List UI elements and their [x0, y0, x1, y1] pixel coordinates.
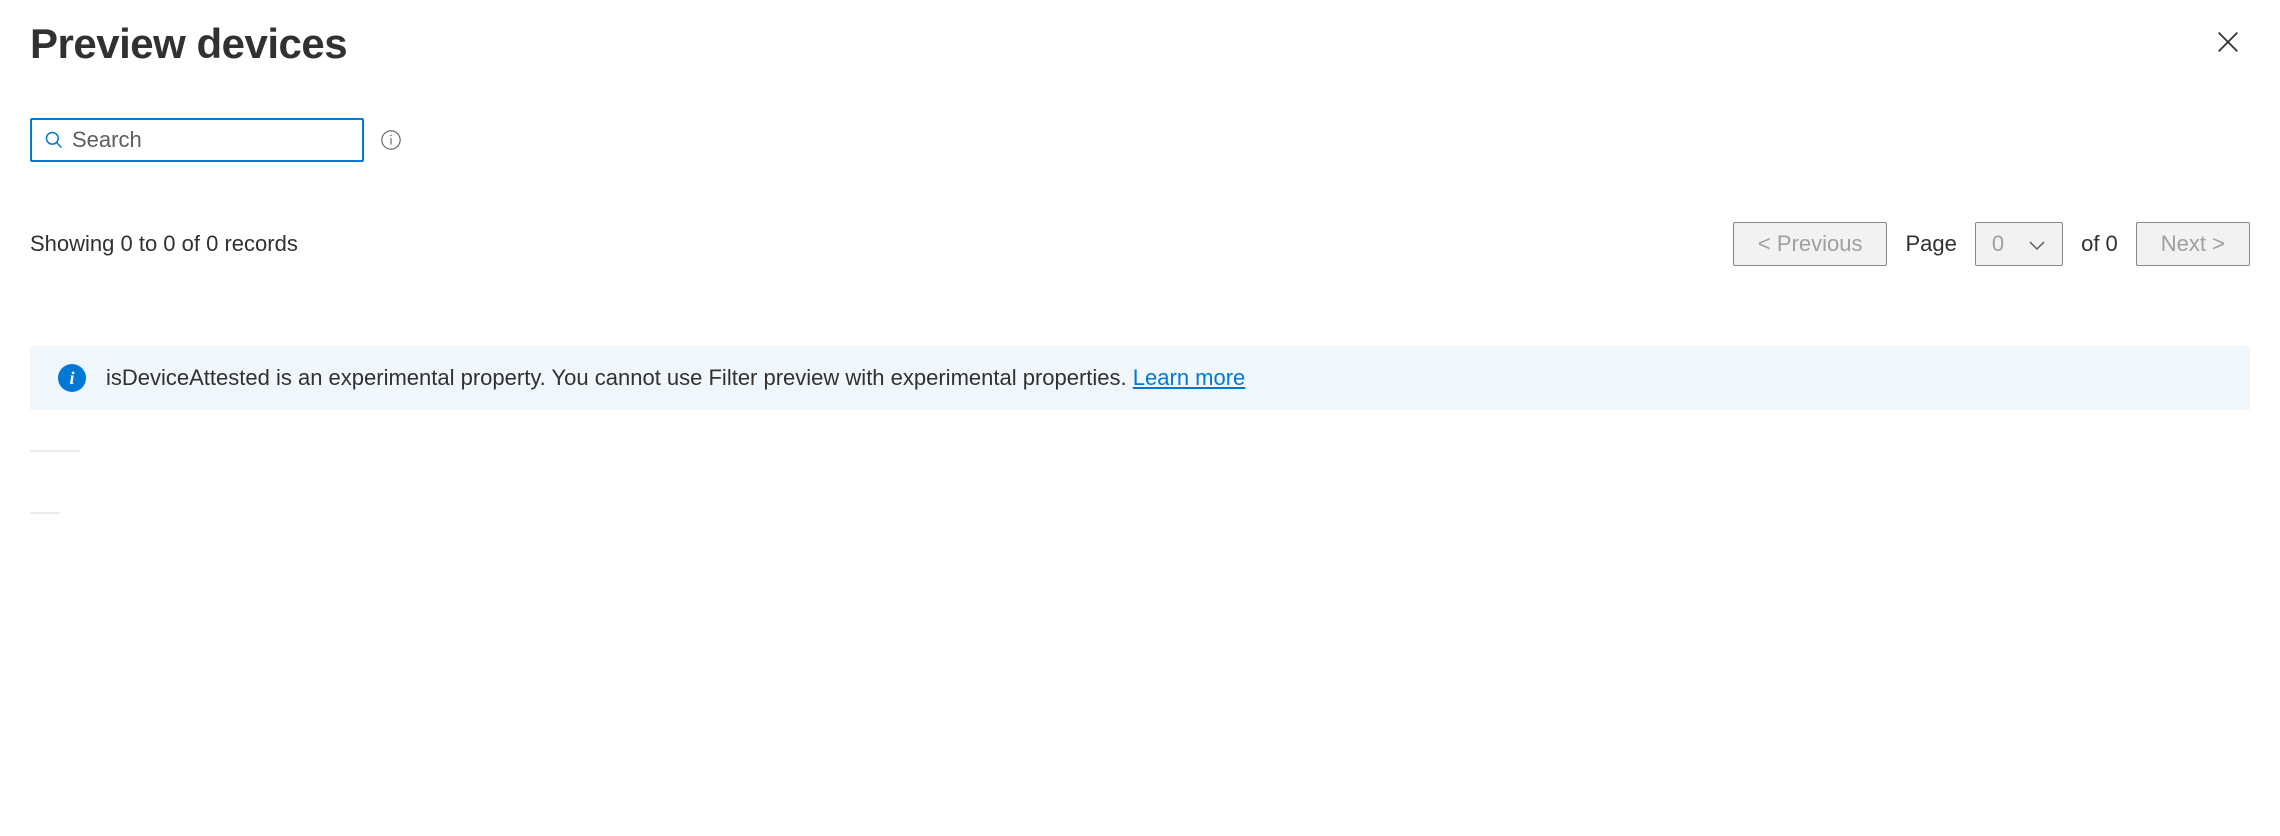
search-box[interactable] — [30, 118, 364, 162]
divider — [30, 450, 80, 452]
info-icon[interactable] — [380, 129, 402, 151]
search-icon — [44, 130, 64, 150]
pagination: < Previous Page 0 of 0 Next > — [1733, 222, 2250, 266]
info-banner: i isDeviceAttested is an experimental pr… — [30, 346, 2250, 410]
search-input[interactable] — [72, 127, 350, 153]
previous-button[interactable]: < Previous — [1733, 222, 1888, 266]
info-badge-icon: i — [58, 364, 86, 392]
page-of-label: of 0 — [2081, 231, 2118, 257]
page-label: Page — [1905, 231, 1956, 257]
next-button[interactable]: Next > — [2136, 222, 2250, 266]
divider — [30, 512, 60, 514]
close-icon — [2214, 28, 2242, 59]
page-select-value: 0 — [1992, 231, 2004, 257]
page-title: Preview devices — [30, 20, 347, 68]
records-count: Showing 0 to 0 of 0 records — [30, 231, 298, 257]
page-select[interactable]: 0 — [1975, 222, 2063, 266]
close-button[interactable] — [2206, 20, 2250, 67]
chevron-down-icon — [2028, 231, 2046, 257]
banner-message: isDeviceAttested is an experimental prop… — [106, 365, 1245, 391]
learn-more-link[interactable]: Learn more — [1133, 365, 1246, 390]
